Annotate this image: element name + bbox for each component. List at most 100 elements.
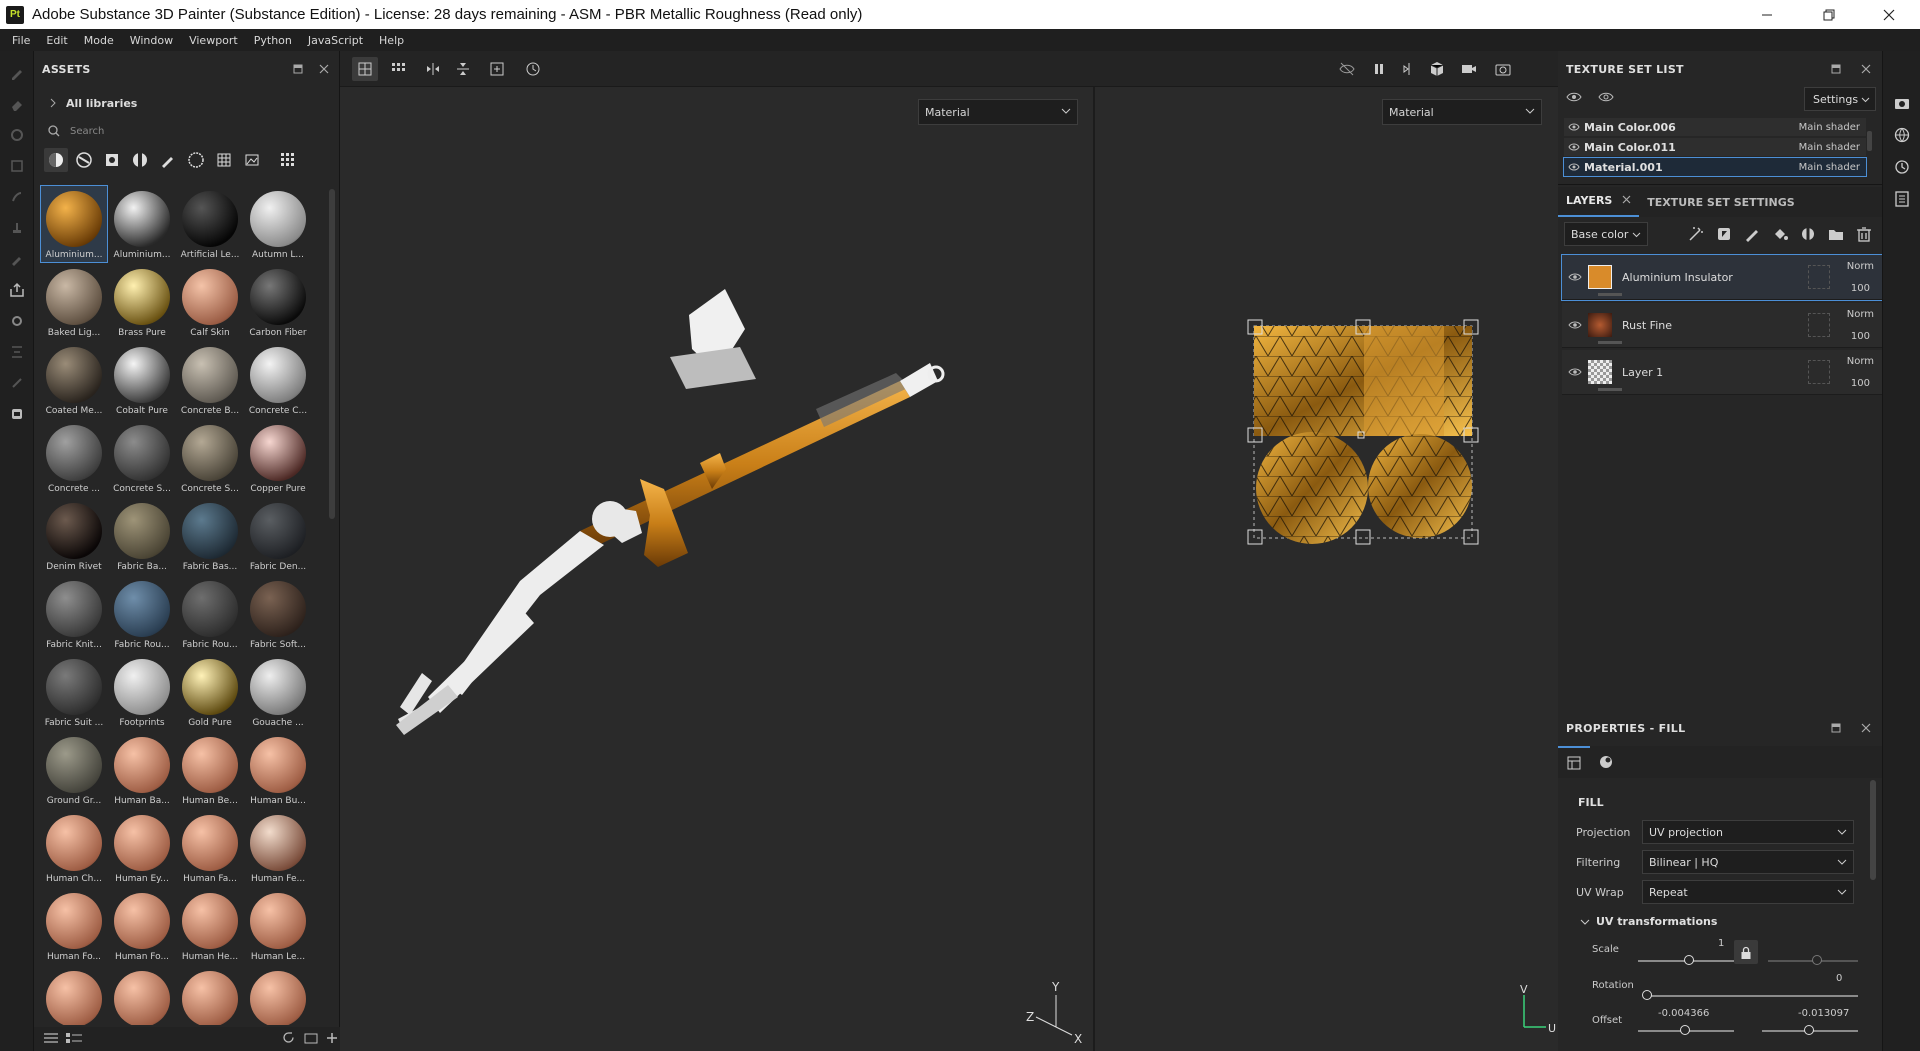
asset-tile[interactable]: Footprints bbox=[108, 653, 176, 731]
texture-set-list-toggle[interactable] bbox=[1883, 87, 1920, 119]
view-3d-2d-button[interactable] bbox=[352, 57, 378, 81]
library-breadcrumb[interactable]: All libraries bbox=[34, 87, 339, 119]
eye-icon[interactable] bbox=[1568, 272, 1582, 282]
asset-tile[interactable]: Fabric Rou... bbox=[176, 575, 244, 653]
asset-tile[interactable]: Gold Pure bbox=[176, 653, 244, 731]
filtering-dropdown[interactable]: Bilinear | HQ bbox=[1642, 850, 1854, 874]
asset-tile[interactable]: Aluminium... bbox=[108, 185, 176, 263]
offset-v-slider-handle[interactable] bbox=[1804, 1025, 1814, 1035]
filter-textures[interactable] bbox=[184, 148, 208, 172]
asset-tile[interactable]: Concrete B... bbox=[176, 341, 244, 419]
trash-icon[interactable] bbox=[1856, 226, 1872, 242]
texture-set-shader[interactable]: Main shader bbox=[1799, 122, 1860, 133]
mirror-x-button[interactable] bbox=[420, 57, 446, 81]
layer-mask-slot[interactable] bbox=[1808, 265, 1830, 289]
asset-tile[interactable]: Coated Me... bbox=[40, 341, 108, 419]
settings-tool[interactable] bbox=[0, 305, 34, 336]
settings-dropdown[interactable]: Settings bbox=[1804, 87, 1876, 111]
asset-tile[interactable] bbox=[244, 965, 312, 1025]
texture-set-row[interactable]: Main Color.011 Main shader bbox=[1564, 138, 1866, 156]
refresh-button[interactable] bbox=[282, 1031, 295, 1047]
camera-button[interactable] bbox=[1456, 57, 1482, 81]
menu-viewport[interactable]: Viewport bbox=[181, 34, 246, 47]
pause-button[interactable] bbox=[1366, 57, 1392, 81]
uv-transformations-toggle[interactable]: UV transformations bbox=[1580, 915, 1717, 928]
add-paint-layer-icon[interactable] bbox=[1744, 226, 1760, 242]
filter-filters[interactable] bbox=[212, 148, 236, 172]
asset-tile[interactable]: Baked Lig... bbox=[40, 263, 108, 341]
projection-tool[interactable] bbox=[0, 119, 34, 150]
filter-masks[interactable] bbox=[100, 148, 124, 172]
3d-model-mesh[interactable] bbox=[340, 87, 1092, 1051]
clone-tool[interactable] bbox=[0, 212, 34, 243]
rotation-value[interactable]: 0 bbox=[1836, 973, 1842, 984]
texture-set-scrollbar[interactable] bbox=[1867, 131, 1872, 151]
texture-set-shader[interactable]: Main shader bbox=[1799, 162, 1860, 173]
scale-value[interactable]: 1 bbox=[1718, 938, 1724, 949]
filter-brushes[interactable] bbox=[156, 148, 180, 172]
filter-environments[interactable] bbox=[240, 148, 264, 172]
asset-tile[interactable]: Fabric Bas... bbox=[176, 497, 244, 575]
toggle-visibility-button[interactable] bbox=[1566, 91, 1582, 106]
asset-tile[interactable]: Cobalt Pure bbox=[108, 341, 176, 419]
layer-opacity[interactable]: 100 bbox=[1851, 378, 1870, 389]
add-mask-icon[interactable] bbox=[1716, 226, 1732, 242]
uvwrap-dropdown[interactable]: Repeat bbox=[1642, 880, 1854, 904]
asset-tile[interactable]: Carbon Fiber bbox=[244, 263, 312, 341]
layer-row[interactable]: Rust Fine Norm 100 bbox=[1562, 303, 1882, 348]
asset-tile[interactable]: Human Ba... bbox=[108, 731, 176, 809]
properties-scrollbar[interactable] bbox=[1870, 780, 1876, 880]
scale-slider-handle[interactable] bbox=[1684, 955, 1694, 965]
eraser-tool[interactable] bbox=[0, 88, 34, 119]
asset-tile[interactable]: Human He... bbox=[176, 887, 244, 965]
asset-tile[interactable]: Concrete S... bbox=[176, 419, 244, 497]
texture-set-row-selected[interactable]: Material.001 Main shader bbox=[1563, 157, 1867, 177]
layer-blend-mode[interactable]: Norm bbox=[1847, 356, 1874, 367]
log-toggle[interactable] bbox=[1883, 183, 1920, 215]
tab-texture-set-settings[interactable]: TEXTURE SET SETTINGS bbox=[1639, 196, 1802, 217]
layer-blend-mode[interactable]: Norm bbox=[1847, 261, 1874, 272]
viewport-2d-channel-dropdown[interactable]: Material bbox=[1382, 99, 1542, 125]
layer-row[interactable]: Layer 1 Norm 100 bbox=[1562, 350, 1882, 395]
asset-tile[interactable]: Concrete S... bbox=[108, 419, 176, 497]
filter-smart-materials[interactable] bbox=[72, 148, 96, 172]
asset-tile[interactable] bbox=[40, 965, 108, 1025]
color-picker-tool[interactable] bbox=[0, 243, 34, 274]
mirror-y-button[interactable] bbox=[450, 57, 476, 81]
close-panel-button[interactable] bbox=[1856, 710, 1876, 746]
filter-materials[interactable] bbox=[44, 148, 68, 172]
texture-set-row[interactable]: Main Color.006 Main shader bbox=[1564, 118, 1866, 136]
close-panel-button[interactable] bbox=[1856, 51, 1876, 87]
asset-tile[interactable]: Human Le... bbox=[244, 887, 312, 965]
layer-opacity[interactable]: 100 bbox=[1851, 331, 1870, 342]
asset-tile[interactable]: Brass Pure bbox=[108, 263, 176, 341]
close-panel-button[interactable] bbox=[314, 51, 334, 87]
asset-search[interactable]: Search bbox=[34, 119, 339, 143]
asset-tile[interactable]: Fabric Den... bbox=[244, 497, 312, 575]
layer-name[interactable]: Rust Fine bbox=[1622, 319, 1672, 332]
symmetry-mode-button[interactable] bbox=[1396, 57, 1422, 81]
rotation-slider-track[interactable] bbox=[1646, 995, 1858, 997]
asset-tile[interactable]: Ground Gr... bbox=[40, 731, 108, 809]
fit-view-button[interactable] bbox=[484, 57, 510, 81]
asset-tile[interactable]: Human Fo... bbox=[40, 887, 108, 965]
restore-button[interactable] bbox=[1806, 0, 1852, 29]
layer-mask-slot[interactable] bbox=[1808, 313, 1830, 337]
add-folder-icon[interactable] bbox=[1828, 226, 1844, 242]
asset-tile[interactable]: Concrete C... bbox=[244, 341, 312, 419]
offset-u-slider-handle[interactable] bbox=[1680, 1025, 1690, 1035]
viewport[interactable]: Material Material Y Z X V U bbox=[340, 51, 1558, 1051]
asset-tile[interactable]: Human Fa... bbox=[176, 809, 244, 887]
menu-file[interactable]: File bbox=[4, 34, 38, 47]
undock-button[interactable] bbox=[1826, 710, 1846, 746]
anchor-tool[interactable] bbox=[0, 367, 34, 398]
asset-tile[interactable]: Fabric Rou... bbox=[108, 575, 176, 653]
asset-tile[interactable]: Human Fo... bbox=[108, 887, 176, 965]
view-mode-button[interactable] bbox=[44, 1032, 58, 1047]
asset-tile[interactable]: Human Ch... bbox=[40, 809, 108, 887]
paint-tool[interactable] bbox=[0, 57, 34, 88]
scale-v-slider-handle[interactable] bbox=[1812, 955, 1822, 965]
asset-tile[interactable]: Copper Pure bbox=[244, 419, 312, 497]
asset-tile[interactable]: Fabric Soft... bbox=[244, 575, 312, 653]
search-input[interactable]: Search bbox=[70, 126, 104, 137]
